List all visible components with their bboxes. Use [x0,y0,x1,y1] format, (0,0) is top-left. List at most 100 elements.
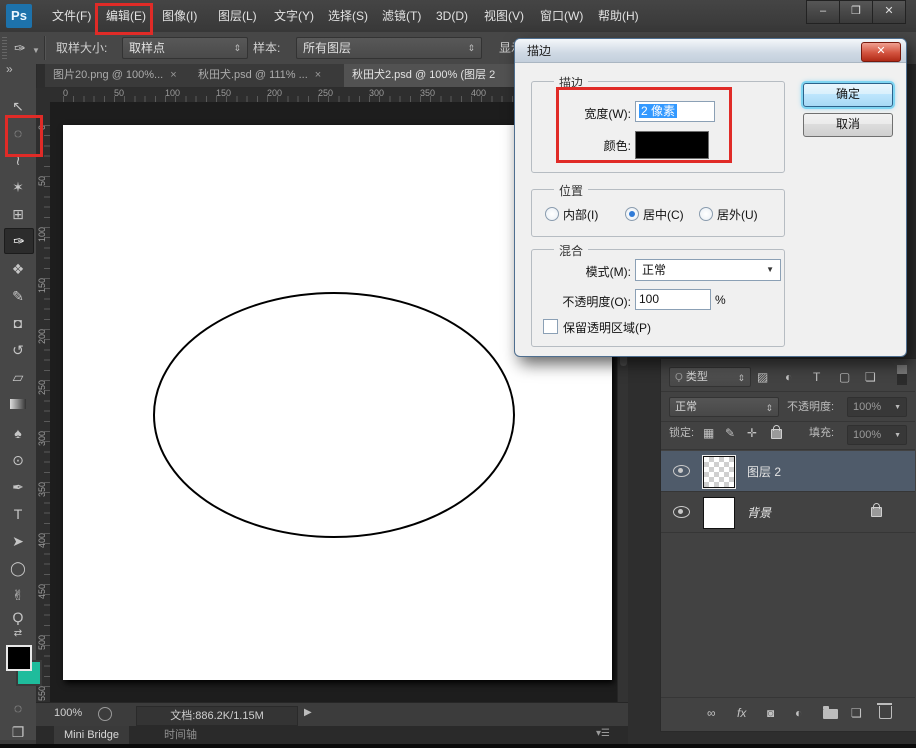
filter-type-layers-icon[interactable]: T [813,367,820,387]
radio-inside[interactable] [545,207,559,221]
opacity-input[interactable]: 100 [635,289,711,310]
background-thumbnail[interactable] [703,497,735,529]
tab-document-3-active[interactable]: 秋田犬2.psd @ 100% (图层 2 [344,64,531,87]
magic-wand-tool[interactable]: ✶ [4,175,32,199]
tab-close-icon[interactable]: × [315,69,321,81]
fill-value[interactable]: 100% ▼ [847,425,907,445]
new-layer-icon[interactable]: ❏ [851,703,862,723]
tab-timeline[interactable]: 时间轴 [154,726,207,744]
radio-center-label[interactable]: 居中(C) [643,206,684,223]
shape-tool[interactable]: ◯ [4,556,32,580]
status-play-icon[interactable]: ▶ [304,707,312,718]
preserve-transparency-label[interactable]: 保留透明区域(P) [563,319,651,336]
bottom-panel-bar: Mini Bridge 时间轴 ▾☰ [36,726,628,744]
type-tool[interactable]: T [4,502,32,526]
tab-mini-bridge[interactable]: Mini Bridge [54,726,129,744]
sync-icon[interactable] [98,707,112,721]
filter-smart-object-icon[interactable]: ❏ [865,367,876,387]
opacity-label: 不透明度: [787,397,834,417]
zoom-level[interactable]: 100% [54,707,82,719]
dodge-tool[interactable]: ⊙ [4,448,32,472]
foreground-color-swatch[interactable] [6,645,32,671]
lock-position-icon[interactable]: ✛ [747,423,757,443]
radio-outside-label[interactable]: 居外(U) [717,206,758,223]
swap-colors-icon[interactable]: ⇄ [4,626,32,642]
gradient-tool[interactable] [4,392,32,416]
hand-tool[interactable]: ✌ [4,583,32,607]
ruler-tick-label: 400 [37,533,47,548]
spinner-icon: ⇕ [737,368,745,388]
filter-adjustment-layers-icon[interactable]: ◐ [785,367,792,387]
layer-filter-dropdown[interactable]: Ϙ 类型 ⇕ [669,367,751,387]
crop-tool[interactable]: ⊞ [4,202,32,226]
lock-all-icon[interactable] [771,429,782,439]
brush-tool[interactable]: ✎ [4,284,32,308]
ruler-tick-label: 100 [37,227,47,242]
menu-layer[interactable]: 图层(L) [206,0,269,32]
visibility-eye-icon[interactable] [673,506,690,518]
ps-logo: Ps [6,4,32,28]
ruler-tick-label: 150 [216,88,231,98]
tab-close-icon[interactable]: × [170,69,176,81]
menu-help[interactable]: 帮助(H) [586,0,651,32]
collapse-panel-icon[interactable]: » [6,62,13,76]
layer-name[interactable]: 背景 [747,504,771,521]
menu-image[interactable]: 图像(I) [150,0,209,32]
document-info[interactable]: 文档:886.2K/1.15M [136,706,298,726]
sample-size-label: 取样大小: [56,32,107,64]
spinner-icon: ⇕ [467,38,475,58]
visibility-eye-icon[interactable] [673,465,690,477]
search-icon: Ϙ [675,372,683,383]
layer-name[interactable]: 图层 2 [747,463,781,480]
clone-stamp-tool[interactable]: ◘ [4,311,32,335]
sample-size-dropdown[interactable]: 取样点 ⇕ [122,37,248,59]
quick-mask-button[interactable]: ◌ [4,696,32,720]
path-selection-tool[interactable]: ➤ [4,529,32,553]
menu-view[interactable]: 视图(V) [472,0,536,32]
layer-style-fx-icon[interactable]: fx [737,703,746,723]
filter-toggle[interactable] [897,365,907,385]
dialog-close-button[interactable]: ✕ [861,42,901,62]
gradient-swatch-icon [10,399,26,409]
history-brush-tool[interactable]: ↺ [4,338,32,362]
ruler-tick-label: 300 [369,88,384,98]
eyedropper-tool[interactable]: ✑ [4,228,34,254]
tab-document-2[interactable]: 秋田犬.psd @ 111% ...× [190,64,345,87]
adjustment-layer-icon[interactable]: ◐ [795,703,802,723]
tool-preset-arrow-icon[interactable]: ▼ [32,46,40,55]
layer2-thumbnail[interactable] [703,456,735,488]
delete-layer-trash-icon[interactable] [879,703,892,719]
blend-mode-dropdown[interactable]: 正常 ⇕ [669,397,779,417]
maximize-button[interactable]: ❐ [839,0,873,24]
minimize-button[interactable]: – [806,0,840,24]
layer-row-background[interactable]: 背景 [661,492,915,533]
edit-menu-annotation [95,3,153,35]
preserve-transparency-checkbox[interactable] [543,319,558,334]
radio-inside-label[interactable]: 内部(I) [563,206,598,223]
add-mask-icon[interactable]: ◙ [767,703,774,723]
link-layers-icon[interactable]: ∞ [707,703,716,723]
radio-center[interactable] [625,207,639,221]
lock-transparent-icon[interactable]: ▦ [703,423,714,443]
eraser-tool[interactable]: ▱ [4,365,32,389]
layer-row-layer2[interactable]: 图层 2 [661,451,915,492]
cancel-button[interactable]: 取消 [803,113,893,137]
tab-document-1[interactable]: 图片20.png @ 100%...× [45,64,192,87]
filter-pixel-layers-icon[interactable]: ▨ [757,367,768,387]
healing-brush-tool[interactable]: ❖ [4,257,32,281]
ok-button[interactable]: 确定 [803,83,893,107]
filter-shape-layers-icon[interactable]: ▢ [839,367,850,387]
radio-outside[interactable] [699,207,713,221]
mode-dropdown[interactable]: 正常 ▼ [635,259,781,281]
lock-pixels-icon[interactable]: ✎ [725,423,735,443]
screen-mode-button[interactable]: ❐ [4,720,32,744]
blur-tool[interactable]: ♠ [4,421,32,445]
opacity-value[interactable]: 100% ▼ [847,397,907,417]
pen-tool[interactable]: ✒ [4,475,32,499]
close-button[interactable]: ✕ [872,0,906,24]
new-group-folder-icon[interactable] [823,709,838,719]
sample-dropdown[interactable]: 所有图层 ⇕ [296,37,482,59]
sample-value: 所有图层 [303,41,351,55]
panel-menu-icon[interactable]: ▾☰ [596,728,610,739]
dialog-title-bar[interactable]: 描边 [515,39,906,63]
